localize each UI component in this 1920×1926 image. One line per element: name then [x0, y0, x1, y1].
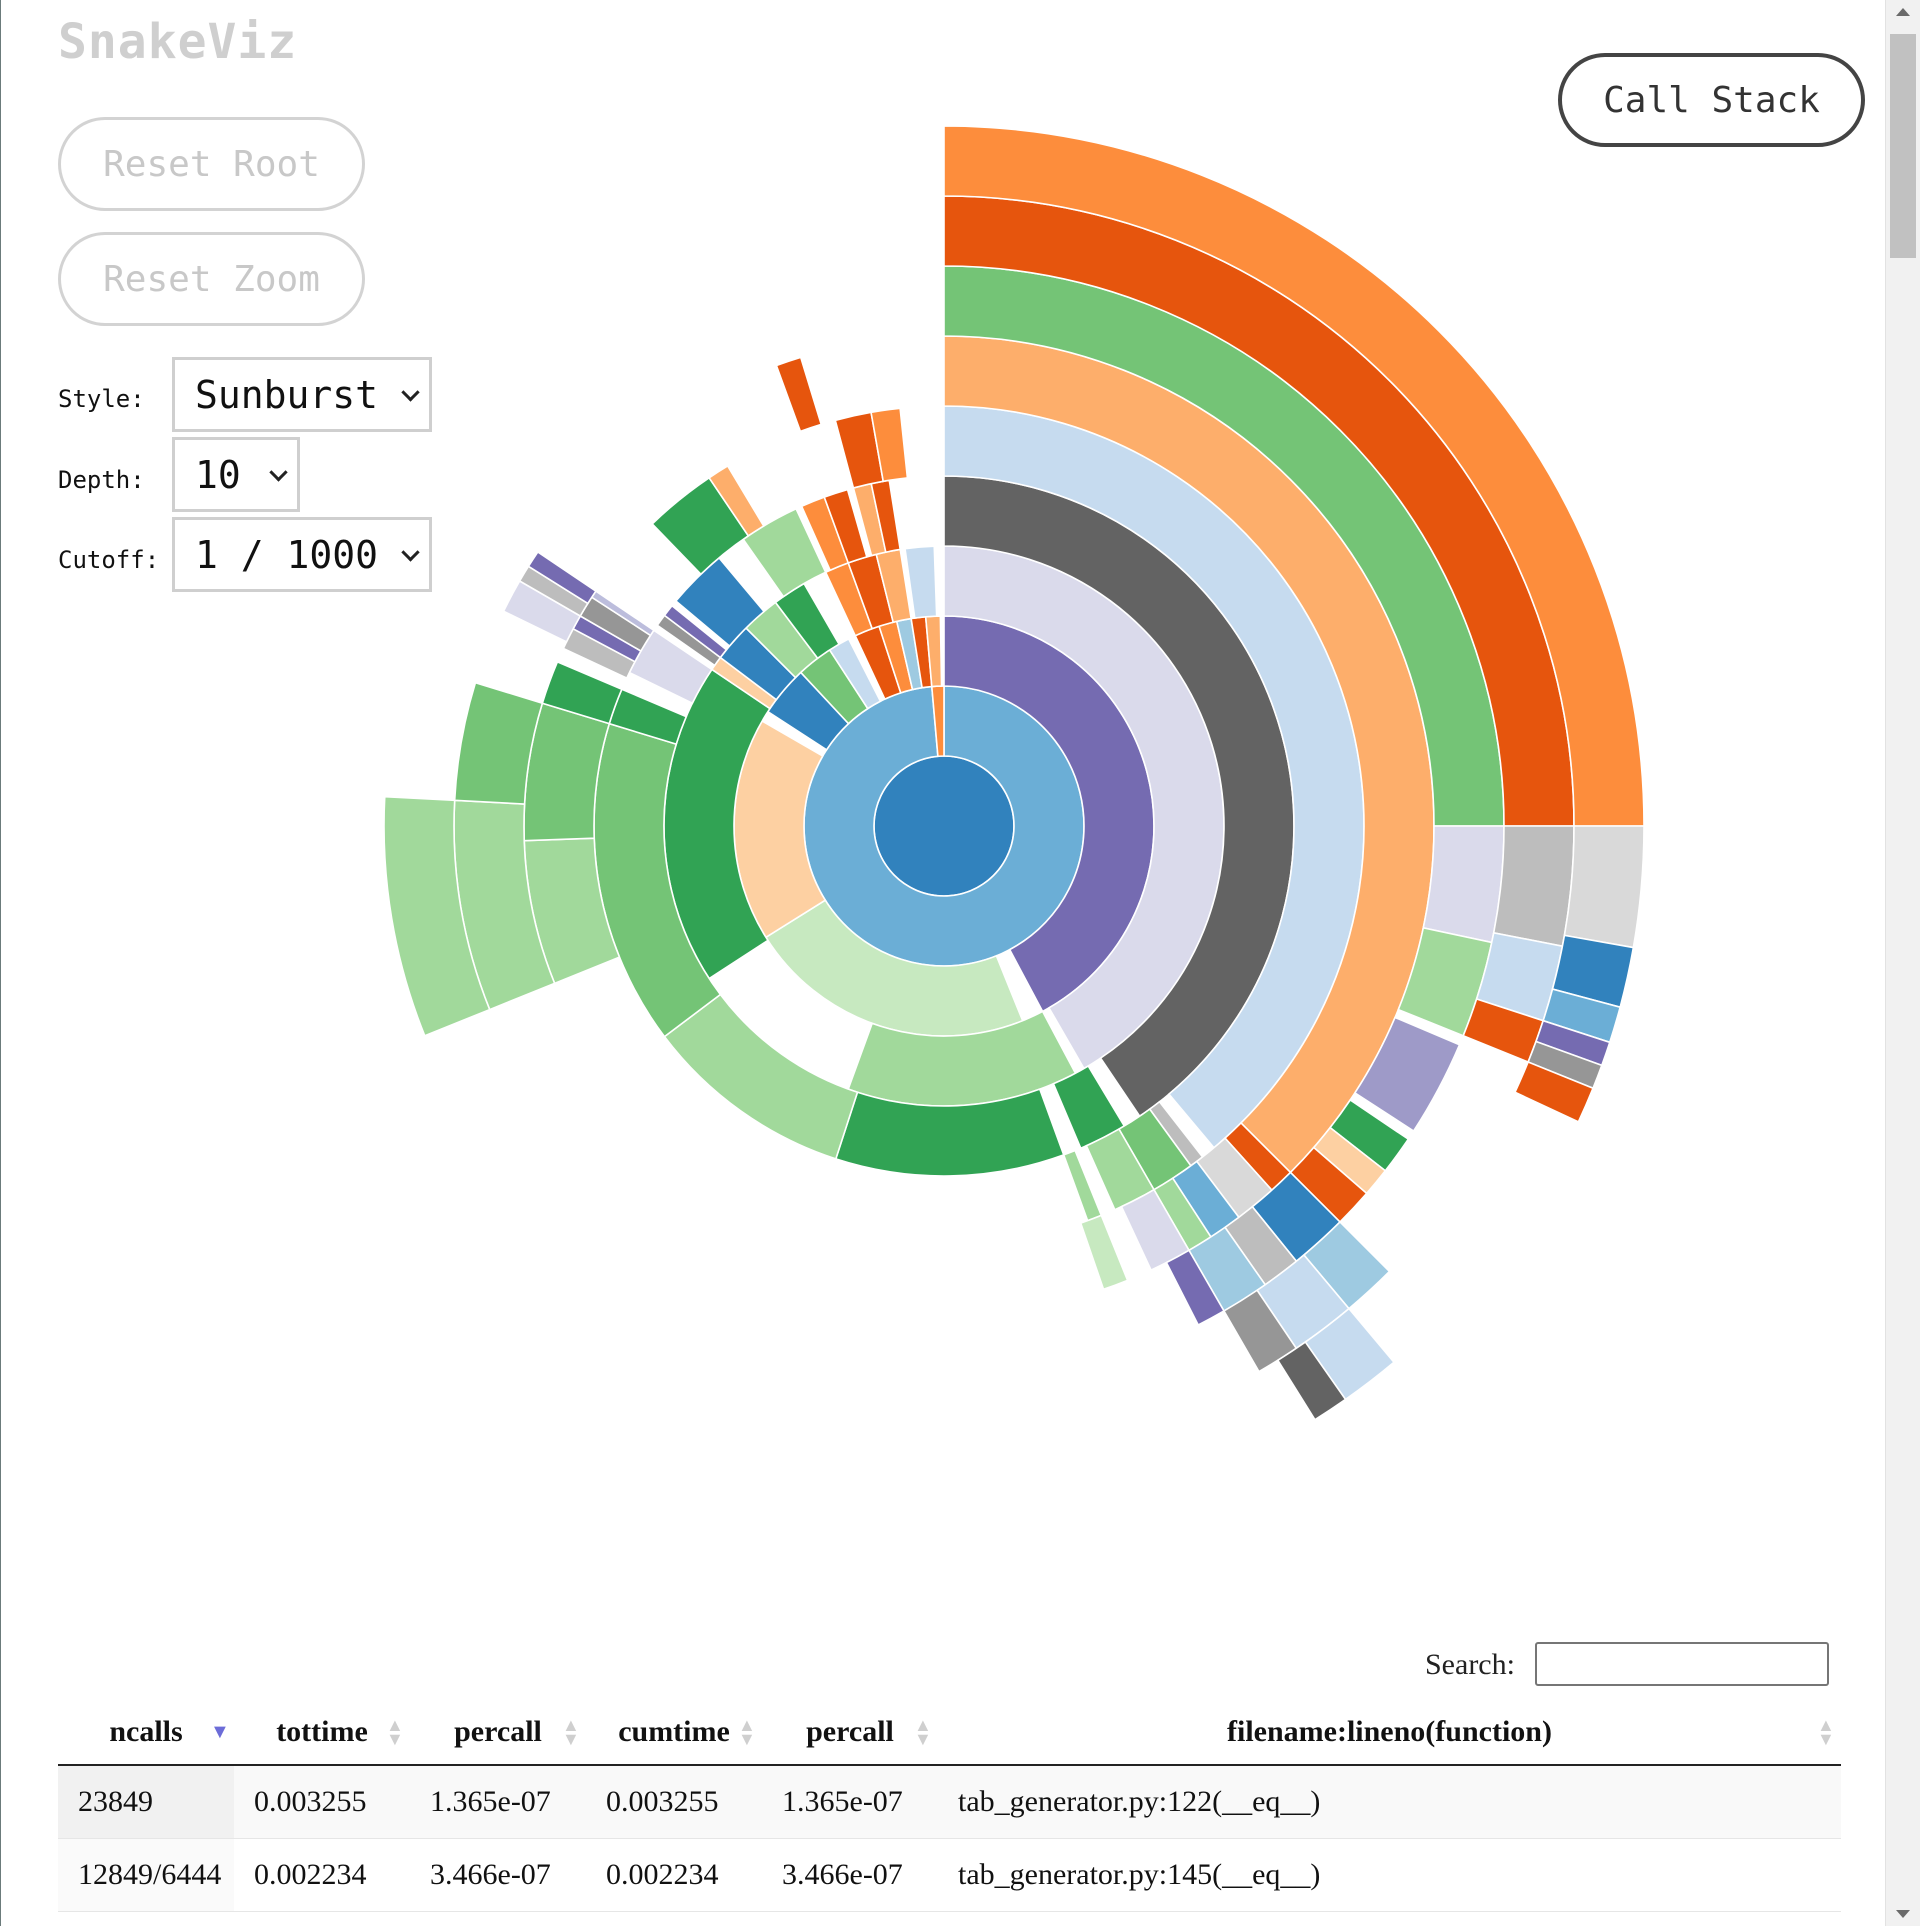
sunburst-chart[interactable]: [1, 0, 1881, 1560]
sort-both-icon: ▲ ▼: [562, 1715, 580, 1749]
sunburst-segment[interactable]: [775, 356, 823, 433]
vertical-scrollbar[interactable]: [1885, 0, 1920, 1926]
table-header-row: ncalls ▼ tottime ▲ ▼ percall ▲ ▼ cumtime ▲ ▼ pe…: [58, 1700, 1841, 1766]
sort-both-icon: ▲ ▼: [386, 1715, 404, 1749]
table-row[interactable]: 23849 0.003255 1.365e-07 0.003255 1.365e…: [58, 1765, 1841, 1839]
cell-filename: tab_generator.py:122(__eq__): [938, 1765, 1841, 1839]
scroll-up-icon[interactable]: [1896, 8, 1910, 16]
stats-table: ncalls ▼ tottime ▲ ▼ percall ▲ ▼ cumtime ▲ ▼ pe…: [58, 1700, 1841, 1912]
header-tottime[interactable]: tottime ▲ ▼: [234, 1700, 410, 1766]
sort-both-icon: ▲ ▼: [738, 1715, 756, 1749]
header-percall[interactable]: percall ▲ ▼: [410, 1700, 586, 1766]
sort-both-icon: ▲ ▼: [1817, 1715, 1835, 1749]
cell-tottime: 0.002234: [234, 1838, 410, 1912]
sunburst-segment[interactable]: [1492, 825, 1575, 948]
scroll-down-icon[interactable]: [1896, 1910, 1910, 1918]
sort-both-icon: ▲ ▼: [914, 1715, 932, 1749]
header-filename[interactable]: filename:lineno(function) ▲ ▼: [938, 1700, 1841, 1766]
search-input[interactable]: [1535, 1642, 1829, 1686]
sunburst-segment[interactable]: [1563, 825, 1645, 949]
search-label: Search:: [1425, 1648, 1515, 1681]
header-cumtime[interactable]: cumtime ▲ ▼: [586, 1700, 762, 1766]
header-ncalls[interactable]: ncalls ▼: [58, 1700, 234, 1766]
cell-cumtime: 0.003255: [586, 1765, 762, 1839]
cell-percall: 3.466e-07: [410, 1838, 586, 1912]
cell-cumtime: 0.002234: [586, 1838, 762, 1912]
cell-percall-cumulative: 3.466e-07: [762, 1838, 938, 1912]
sunburst-segment[interactable]: [1422, 825, 1505, 944]
sunburst-segment[interactable]: [1079, 1214, 1129, 1291]
cell-ncalls: 12849/6444: [58, 1838, 234, 1912]
sort-descending-icon: ▼: [210, 1721, 230, 1743]
cell-filename: tab_generator.py:145(__eq__): [938, 1838, 1841, 1912]
table-row[interactable]: 12849/6444 0.002234 3.466e-07 0.002234 3…: [58, 1838, 1841, 1912]
scrollbar-thumb[interactable]: [1890, 34, 1916, 258]
cell-percall-cumulative: 1.365e-07: [762, 1765, 938, 1839]
cell-tottime: 0.003255: [234, 1765, 410, 1839]
sunburst-segment[interactable]: [663, 993, 859, 1160]
cell-percall: 1.365e-07: [410, 1765, 586, 1839]
header-percall-cumulative[interactable]: percall ▲ ▼: [762, 1700, 938, 1766]
cell-ncalls: 23849: [58, 1765, 234, 1839]
